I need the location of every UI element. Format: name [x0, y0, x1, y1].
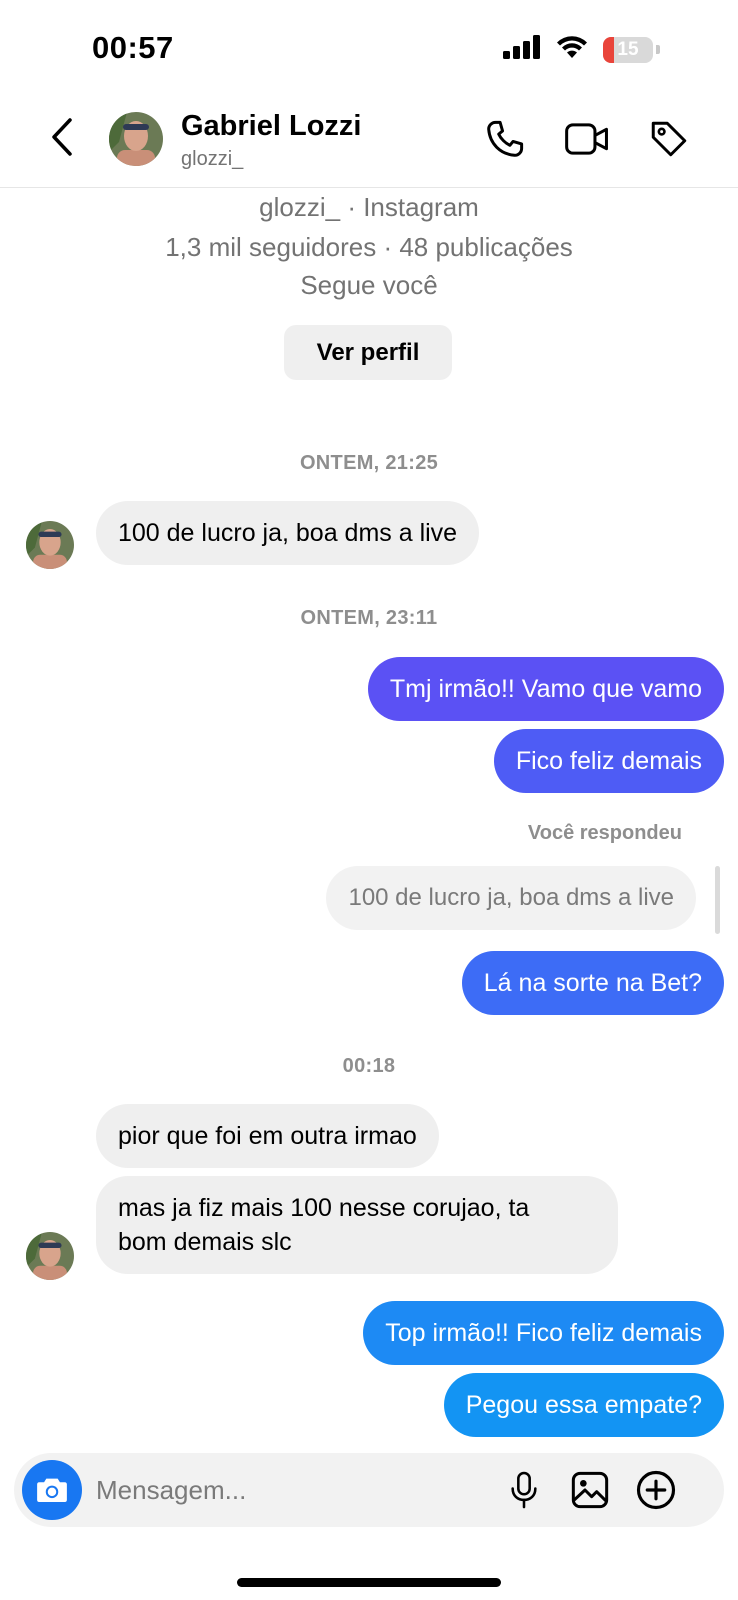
timestamp: ONTEM, 21:25	[299, 452, 439, 474]
profile-source: glozzi_ · Instagram	[259, 192, 479, 222]
message-bubble-received[interactable]: pior que foi em outra irmao	[96, 1104, 439, 1168]
reply-label: Você respondeu	[527, 822, 682, 844]
battery-level: 15	[617, 38, 639, 60]
avatar[interactable]	[109, 112, 163, 166]
signal-icon	[503, 35, 541, 64]
message-line: bom demais slc	[118, 1228, 292, 1256]
profile-follows-you: Segue você	[300, 270, 438, 300]
tag-button[interactable]	[646, 116, 692, 162]
avatar[interactable]	[26, 521, 74, 569]
message-bubble-received[interactable]: 100 de lucro ja, boa dms a live	[96, 501, 480, 565]
timestamp: ONTEM, 23:11	[300, 607, 438, 629]
avatar[interactable]	[26, 1232, 74, 1280]
status-bar: 00:57 15	[0, 0, 738, 96]
message-input[interactable]	[96, 1469, 476, 1511]
voice-call-button[interactable]	[482, 116, 528, 162]
phone-icon	[487, 120, 524, 157]
status-icons: 15	[503, 34, 660, 65]
message-bubble-sent[interactable]: Top irmão!! Fico feliz demais	[363, 1301, 724, 1365]
microphone-icon	[511, 1471, 537, 1509]
back-icon	[52, 118, 72, 156]
back-button[interactable]	[42, 114, 82, 160]
message-line: mas ja fiz mais 100 nesse corujao, ta	[118, 1194, 530, 1222]
message-bubble-sent[interactable]: Lá na sorte na Bet?	[461, 951, 724, 1015]
status-time: 00:57	[92, 30, 174, 65]
gallery-button[interactable]	[568, 1468, 612, 1512]
timestamp: 00:18	[342, 1055, 396, 1077]
reply-indicator-bar	[715, 866, 720, 934]
image-icon	[571, 1471, 609, 1509]
chat-header: Gabriel Lozzi glozzi_	[0, 96, 738, 188]
tag-icon	[651, 121, 687, 157]
video-call-button[interactable]	[564, 116, 610, 162]
voice-message-button[interactable]	[502, 1468, 546, 1512]
more-options-button[interactable]	[634, 1468, 678, 1512]
message-bubble-received[interactable]: mas ja fiz mais 100 nesse corujao, ta bo…	[96, 1176, 618, 1274]
reply-quoted-message[interactable]: 100 de lucro ja, boa dms a live	[326, 866, 696, 930]
contact-username: glozzi_	[181, 148, 244, 170]
message-bubble-sent[interactable]: Tmj irmão!! Vamo que vamo	[367, 657, 724, 721]
view-profile-button[interactable]: Ver perfil	[284, 325, 452, 380]
home-indicator[interactable]	[237, 1578, 501, 1587]
message-bubble-sent[interactable]: Fico feliz demais	[493, 729, 724, 793]
video-camera-icon	[565, 123, 608, 155]
camera-button[interactable]	[22, 1460, 82, 1520]
wifi-icon	[555, 34, 589, 65]
plus-circle-icon	[636, 1470, 676, 1510]
message-composer	[14, 1453, 724, 1527]
contact-name[interactable]: Gabriel Lozzi	[181, 110, 361, 143]
camera-icon	[37, 1478, 67, 1503]
battery-cap	[656, 45, 660, 54]
message-bubble-sent[interactable]: Pegou essa empate?	[443, 1373, 724, 1437]
profile-stats: 1,3 mil seguidores · 48 publicações	[165, 232, 573, 262]
battery-icon: 15	[603, 36, 653, 63]
